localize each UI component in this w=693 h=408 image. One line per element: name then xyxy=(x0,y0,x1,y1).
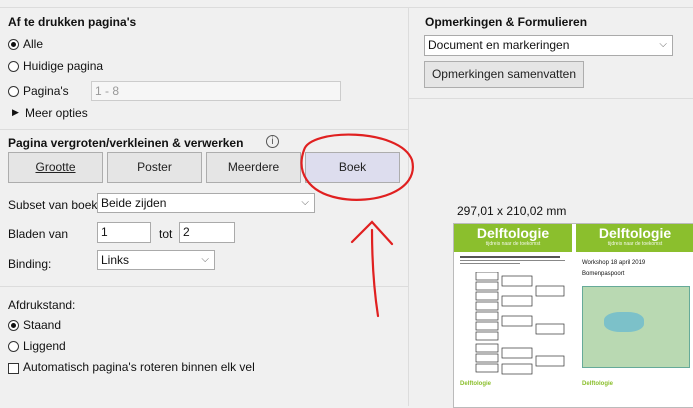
red-annotation xyxy=(300,133,414,318)
